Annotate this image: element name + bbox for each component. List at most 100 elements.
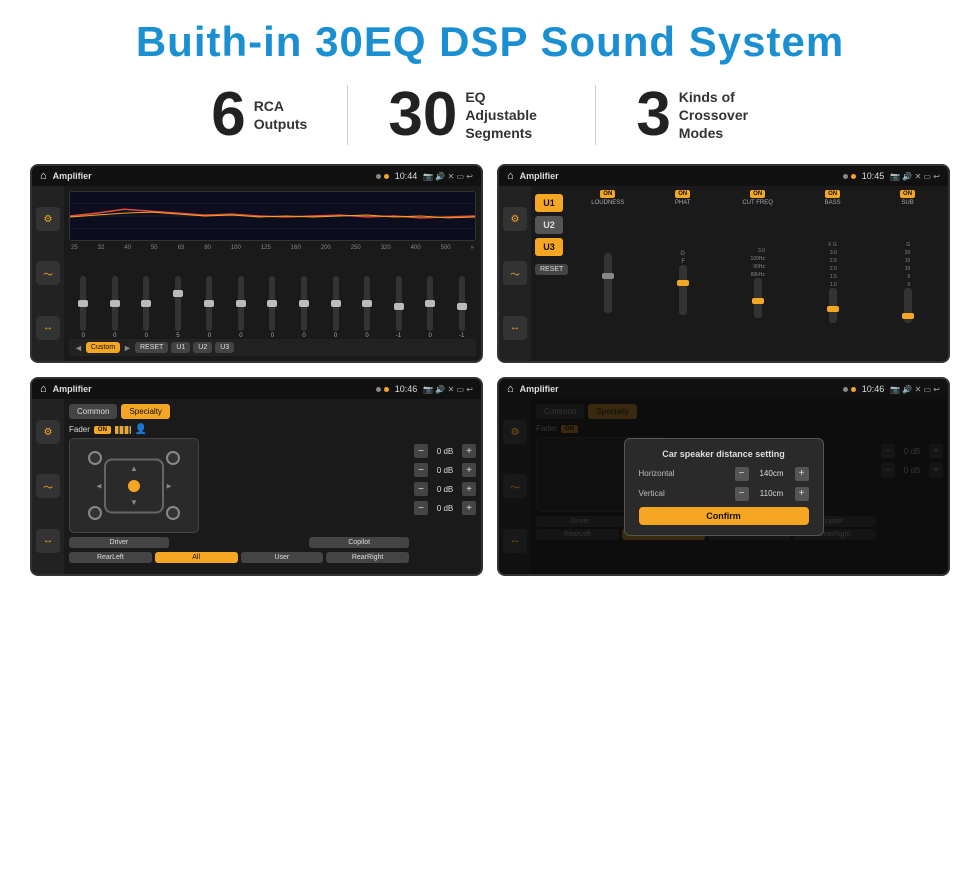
fader-dial[interactable] (115, 426, 131, 434)
eq-u2-btn[interactable]: U2 (193, 342, 212, 353)
fader-screen: ⌂ Amplifier 10:46 📷 🔊 ✕ ▭ ↩ ⚙ 〜 ↔ Common (30, 377, 483, 576)
slider-thumb-12[interactable] (457, 303, 467, 310)
eq-icon-3[interactable]: ↔ (36, 316, 60, 340)
slider-track-11[interactable] (427, 276, 433, 331)
fader-tab-specialty[interactable]: Specialty (121, 404, 169, 419)
fader-tabs: Common Specialty (69, 404, 476, 419)
next-arrow[interactable]: ► (123, 343, 132, 353)
fader-icon-3[interactable]: ↔ (36, 529, 60, 553)
crossover-home-icon[interactable]: ⌂ (507, 170, 514, 182)
slider-thumb-3[interactable] (173, 290, 183, 297)
cutfreq-track[interactable] (754, 278, 762, 318)
screens-grid: ⌂ Amplifier 10:44 📷 🔊 ✕ ▭ ↩ ⚙ 〜 ↔ (30, 164, 950, 576)
slider-track-6[interactable] (269, 276, 275, 331)
fader-icon-1[interactable]: ⚙ (36, 420, 60, 444)
db-control-3: − 0 dB + (414, 482, 476, 496)
slider-thumb-6[interactable] (267, 300, 277, 307)
btn-all[interactable]: All (155, 552, 238, 563)
xover-icon-1[interactable]: ⚙ (503, 207, 527, 231)
fader-tab-common[interactable]: Common (69, 404, 117, 419)
slider-thumb-9[interactable] (362, 300, 372, 307)
slider-thumb-5[interactable] (236, 300, 246, 307)
db-plus-1[interactable]: + (462, 444, 476, 458)
sub-track[interactable] (904, 288, 912, 323)
vertical-stepper: − 110cm + (735, 487, 809, 501)
u2-button[interactable]: U2 (535, 216, 563, 234)
fader-home-icon[interactable]: ⌂ (40, 383, 47, 395)
slider-thumb-0[interactable] (78, 300, 88, 307)
db-minus-3[interactable]: − (414, 482, 428, 496)
sub-thumb[interactable] (902, 313, 914, 319)
btn-rearleft[interactable]: RearLeft (69, 552, 152, 563)
slider-track-12[interactable] (459, 276, 465, 331)
fader-body: Fader ON 👤 (69, 424, 476, 563)
eq-reset-btn[interactable]: RESET (135, 342, 168, 353)
db-minus-4[interactable]: − (414, 501, 428, 515)
eq-slider-1: 0 (101, 276, 130, 339)
vertical-minus[interactable]: − (735, 487, 749, 501)
slider-track-9[interactable] (364, 276, 370, 331)
slider-track-5[interactable] (238, 276, 244, 331)
btn-rearright[interactable]: RearRight (326, 552, 409, 563)
xover-icon-2[interactable]: 〜 (503, 261, 527, 285)
slider-thumb-2[interactable] (141, 300, 151, 307)
prev-arrow[interactable]: ◄ (74, 343, 83, 353)
bass-track[interactable] (829, 288, 837, 323)
db-minus-2[interactable]: − (414, 463, 428, 477)
cutfreq-thumb[interactable] (752, 298, 764, 304)
stats-row: 6 RCAOutputs 30 EQ AdjustableSegments 3 … (30, 84, 950, 146)
btn-user[interactable]: User (241, 552, 324, 563)
eq-slider-2: 0 (132, 276, 161, 339)
slider-track-10[interactable] (396, 276, 402, 331)
horizontal-plus[interactable]: + (795, 467, 809, 481)
fader-dots (376, 387, 389, 392)
slider-track-8[interactable] (333, 276, 339, 331)
btn-copilot[interactable]: Copilot (309, 537, 409, 548)
loudness-thumb[interactable] (602, 273, 614, 279)
crossover-app-name: Amplifier (520, 171, 837, 181)
eq-u1-btn[interactable]: U1 (171, 342, 190, 353)
crossover-channels: ON LOUDNESS ON PHAT (571, 190, 944, 357)
u3-button[interactable]: U3 (535, 238, 563, 256)
phat-track[interactable] (679, 265, 687, 315)
ch-phat-label: PHAT (675, 200, 691, 206)
dialog-content: ⚙ 〜 ↔ Common Specialty Fader ON (499, 399, 948, 574)
eq-u3-btn[interactable]: U3 (215, 342, 234, 353)
slider-thumb-10[interactable] (394, 303, 404, 310)
eq-custom-btn[interactable]: Custom (86, 342, 120, 353)
slider-thumb-8[interactable] (331, 300, 341, 307)
slider-thumb-1[interactable] (110, 300, 120, 307)
slider-thumb-11[interactable] (425, 300, 435, 307)
slider-track-0[interactable] (80, 276, 86, 331)
xover-reset-btn[interactable]: RESET (535, 264, 568, 275)
slider-track-4[interactable] (206, 276, 212, 331)
fader-person-icon[interactable]: 👤 (135, 424, 147, 435)
eq-icon-2[interactable]: 〜 (36, 261, 60, 285)
home-icon[interactable]: ⌂ (40, 170, 47, 182)
slider-track-2[interactable] (143, 276, 149, 331)
slider-track-7[interactable] (301, 276, 307, 331)
bass-thumb[interactable] (827, 306, 839, 312)
dialog-home-icon[interactable]: ⌂ (507, 383, 514, 395)
dialog-status-icons: 📷 🔊 ✕ ▭ ↩ (890, 385, 940, 394)
btn-driver[interactable]: Driver (69, 537, 169, 548)
slider-thumb-4[interactable] (204, 300, 214, 307)
dialog-overlay: Car speaker distance setting Horizontal … (499, 399, 948, 574)
slider-thumb-7[interactable] (299, 300, 309, 307)
db-plus-3[interactable]: + (462, 482, 476, 496)
slider-track-3[interactable] (175, 276, 181, 331)
slider-track-1[interactable] (112, 276, 118, 331)
vertical-plus[interactable]: + (795, 487, 809, 501)
db-minus-1[interactable]: − (414, 444, 428, 458)
db-plus-4[interactable]: + (462, 501, 476, 515)
confirm-button[interactable]: Confirm (639, 507, 809, 525)
xover-icon-3[interactable]: ↔ (503, 316, 527, 340)
horizontal-minus[interactable]: − (735, 467, 749, 481)
u1-button[interactable]: U1 (535, 194, 563, 212)
eq-icon-1[interactable]: ⚙ (36, 207, 60, 231)
fader-icon-2[interactable]: 〜 (36, 474, 60, 498)
db-plus-2[interactable]: + (462, 463, 476, 477)
loudness-track[interactable] (604, 253, 612, 313)
phat-thumb[interactable] (677, 280, 689, 286)
eq-sliders: 0 0 0 (69, 255, 476, 339)
